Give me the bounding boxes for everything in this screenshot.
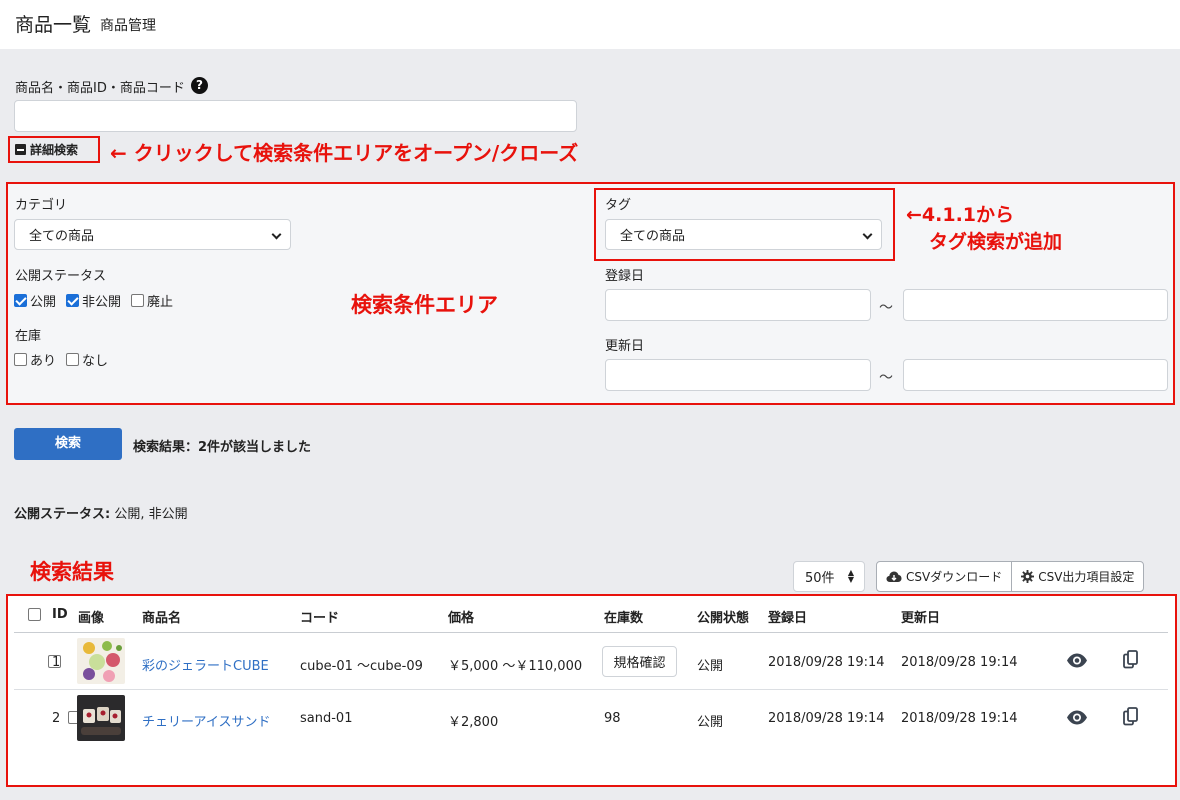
- range-separator: ～: [879, 370, 893, 386]
- column-header-image: 画像: [78, 611, 105, 626]
- stock-option-label: あり: [30, 354, 57, 369]
- tag-selected-value: 全ての商品: [620, 229, 686, 244]
- collapse-icon: [15, 144, 26, 155]
- copy-icon[interactable]: [1123, 707, 1138, 726]
- csv-settings-button[interactable]: CSV出力項目設定: [1011, 562, 1143, 591]
- product-stock: 98: [604, 711, 621, 726]
- annotation-results: 検索結果: [30, 560, 114, 584]
- csv-settings-label: CSV出力項目設定: [1038, 570, 1135, 584]
- registered-date-to-input[interactable]: [903, 289, 1168, 321]
- cloud-download-icon: [886, 571, 902, 582]
- category-select[interactable]: 全ての商品: [14, 219, 291, 250]
- detail-search-toggle[interactable]: 詳細検索: [8, 136, 100, 163]
- stock-checkbox-group: あり なし: [14, 350, 118, 369]
- updown-icon: ▲ ▼: [847, 568, 854, 584]
- page-header: [0, 0, 1180, 49]
- help-icon[interactable]: ?: [191, 77, 208, 94]
- annotation-condition-area: 検索条件エリア: [351, 293, 498, 317]
- product-code: sand-01: [300, 711, 353, 726]
- updated-date-to-input[interactable]: [903, 359, 1168, 391]
- annotation-tag-note-2: タグ検索が追加: [929, 231, 1063, 253]
- copy-icon[interactable]: [1123, 650, 1138, 669]
- column-header-id: ID: [52, 607, 68, 622]
- page-title: 商品一覧: [15, 14, 92, 36]
- keyword-search-input[interactable]: [14, 100, 577, 132]
- registered-date-from-input[interactable]: [605, 289, 871, 321]
- column-header-registered[interactable]: 登録日: [768, 607, 807, 626]
- tag-select[interactable]: 全ての商品: [605, 219, 882, 250]
- per-page-select[interactable]: 50件 ▲ ▼: [793, 561, 865, 592]
- status-option-discontinued[interactable]: 廃止: [131, 291, 173, 310]
- product-status: 公開: [697, 715, 724, 730]
- column-header-name[interactable]: 商品名: [142, 607, 181, 626]
- checkbox-unchecked[interactable]: [66, 353, 80, 366]
- gear-icon: [1021, 570, 1035, 583]
- chevron-down-icon: [271, 229, 282, 240]
- product-status: 公開: [697, 659, 724, 674]
- row-id: 2: [52, 711, 61, 726]
- eye-icon[interactable]: [1066, 710, 1088, 725]
- product-name-link[interactable]: 彩のジェラートCUBE: [142, 655, 269, 674]
- status-option-label: 公開: [30, 295, 57, 310]
- annotation-toggle-note: ← クリックして検索条件エリアをオープン/クローズ: [110, 141, 579, 165]
- column-header-stock[interactable]: 在庫数: [604, 607, 643, 626]
- page-subtitle: 商品管理: [100, 18, 156, 34]
- keyword-label: 商品名・商品ID・商品コード: [15, 81, 185, 96]
- column-header-price[interactable]: 価格: [448, 607, 474, 626]
- status-checkbox-group: 公開 非公開 廃止: [14, 291, 183, 310]
- updated-date-from-input[interactable]: [605, 359, 871, 391]
- product-thumbnail[interactable]: [77, 695, 125, 741]
- status-summary-value: 公開, 非公開: [110, 507, 188, 522]
- status-option-label: 非公開: [82, 295, 122, 310]
- status-option-private[interactable]: 非公開: [66, 291, 121, 310]
- status-summary: 公開ステータス: 公開, 非公開: [14, 503, 188, 522]
- search-button[interactable]: 検索: [14, 428, 122, 460]
- csv-download-button[interactable]: CSVダウンロード: [877, 562, 1011, 591]
- select-all-checkbox[interactable]: [28, 608, 41, 621]
- product-code: cube-01 ～cube-09: [300, 659, 423, 674]
- csv-download-label: CSVダウンロード: [906, 570, 1003, 584]
- per-page-value: 50件: [805, 571, 835, 586]
- check-variants-button[interactable]: 規格確認: [602, 646, 677, 677]
- row-id: 1: [52, 655, 61, 670]
- product-price: ￥2,800: [448, 715, 499, 730]
- updated-date-label: 更新日: [605, 339, 645, 354]
- status-label: 公開ステータス: [15, 269, 107, 284]
- product-updated-date: 2018/09/28 19:14: [901, 655, 1018, 670]
- stock-option-label: なし: [82, 354, 109, 369]
- product-image-ice-sandwich: [77, 695, 125, 741]
- column-header-code[interactable]: コード: [300, 607, 339, 626]
- stock-label: 在庫: [15, 329, 42, 344]
- product-image-gelato: [77, 638, 125, 684]
- column-header-updated[interactable]: 更新日: [901, 607, 940, 626]
- category-label: カテゴリ: [15, 198, 68, 213]
- registered-date-label: 登録日: [605, 269, 645, 284]
- status-option-public[interactable]: 公開: [14, 291, 56, 310]
- detail-search-label: 詳細検索: [30, 143, 79, 157]
- stock-option-yes[interactable]: あり: [14, 350, 56, 369]
- tag-label: タグ: [605, 198, 632, 213]
- annotation-tag-note-1: ←4.1.1から: [906, 204, 1015, 226]
- product-registered-date: 2018/09/28 19:14: [768, 655, 885, 670]
- status-option-label: 廃止: [147, 295, 174, 310]
- range-separator: ～: [879, 300, 893, 316]
- product-price: ￥5,000 ～￥110,000: [448, 659, 583, 674]
- eye-icon[interactable]: [1066, 653, 1088, 668]
- checkbox-unchecked[interactable]: [131, 294, 145, 307]
- chevron-down-icon: [862, 229, 873, 240]
- checkbox-checked[interactable]: [66, 294, 80, 307]
- checkbox-checked[interactable]: [14, 294, 27, 307]
- column-header-status[interactable]: 公開状態: [697, 607, 749, 626]
- category-selected-value: 全ての商品: [29, 229, 95, 244]
- product-registered-date: 2018/09/28 19:14: [768, 711, 885, 726]
- csv-button-group: CSVダウンロード CSV出力項目設定: [876, 561, 1145, 592]
- status-summary-label: 公開ステータス:: [14, 507, 111, 522]
- product-updated-date: 2018/09/28 19:14: [901, 711, 1018, 726]
- stock-option-no[interactable]: なし: [66, 350, 108, 369]
- product-name-link[interactable]: チェリーアイスサンド: [142, 711, 270, 730]
- checkbox-unchecked[interactable]: [14, 353, 27, 366]
- product-thumbnail[interactable]: [77, 638, 125, 684]
- results-summary: 検索結果：2件が該当しました: [133, 440, 312, 455]
